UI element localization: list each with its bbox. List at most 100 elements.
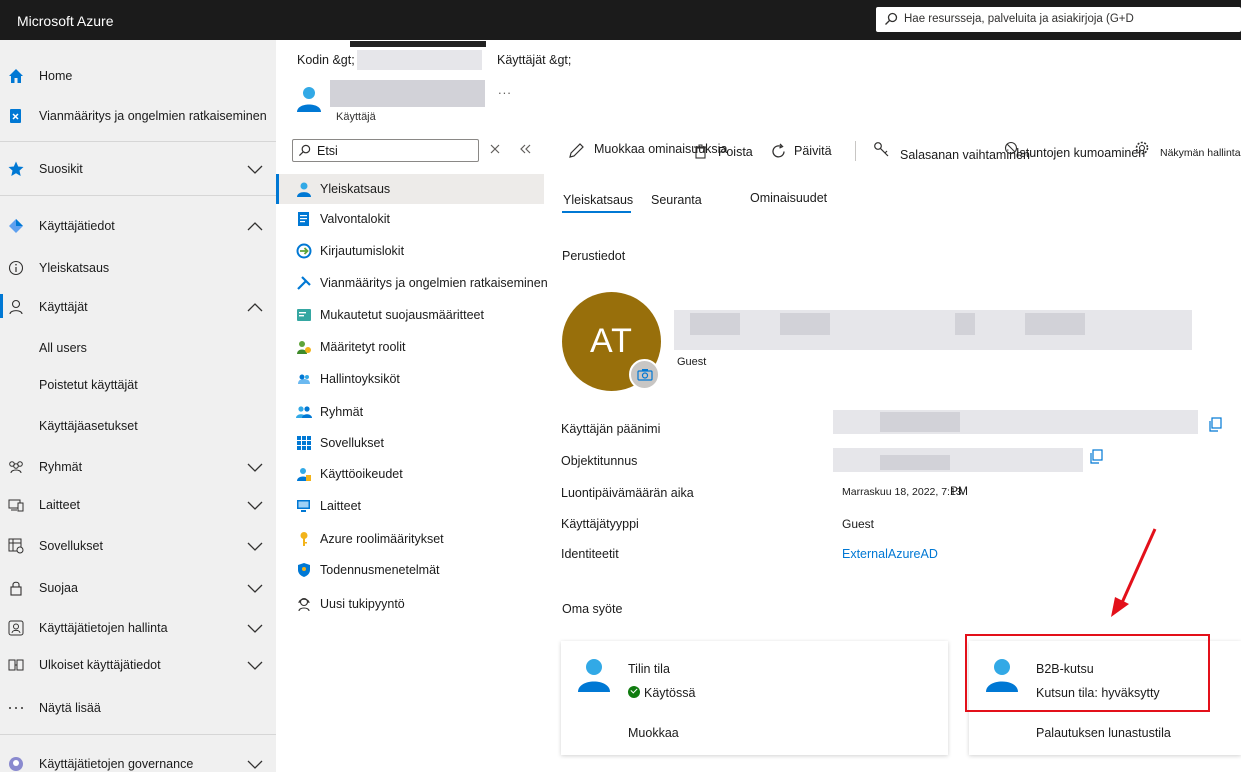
app-title[interactable]: Microsoft Azure: [17, 13, 113, 29]
active-indicator: [0, 294, 3, 318]
chevron-up-icon[interactable]: [246, 301, 264, 313]
redacted-block: [880, 412, 960, 432]
nav-overview[interactable]: Yleiskatsaus: [0, 253, 276, 283]
nav-user-settings[interactable]: Käyttäjäasetukset: [0, 411, 276, 441]
menu-item-troubleshoot[interactable]: Vianmääritys ja ongelmien ratkaiseminen: [276, 268, 548, 298]
chevron-up-icon[interactable]: [246, 220, 264, 232]
identities-link[interactable]: ExternalAzureAD: [842, 547, 938, 561]
pencil-icon: [569, 143, 584, 158]
menu-item-overview[interactable]: Yleiskatsaus: [276, 174, 544, 204]
nav-identity[interactable]: Käyttäjätiedot: [0, 211, 276, 241]
key-icon: [300, 532, 308, 546]
toolbar-separator: [855, 141, 856, 161]
chevron-down-icon[interactable]: [246, 659, 264, 671]
menu-item-authentication-methods[interactable]: Todennusmenetelmät: [276, 555, 544, 585]
nav-show-more-label: Näytä lisää: [39, 701, 101, 715]
tab-monitoring[interactable]: Seuranta: [651, 193, 702, 207]
revoke-sessions-label: Istuntojen kumoaminen: [1016, 146, 1146, 160]
chevron-down-icon[interactable]: [246, 540, 264, 552]
menu-item-audit-logs[interactable]: Valvontalokit: [276, 204, 544, 234]
tab-overview[interactable]: Yleiskatsaus: [563, 193, 633, 207]
menu-item-applications[interactable]: Sovellukset: [276, 428, 544, 458]
user-icon: [578, 659, 610, 692]
chevron-down-icon[interactable]: [246, 499, 264, 511]
more-actions-button[interactable]: ...: [498, 82, 512, 97]
nav-identity-governance-admin[interactable]: Käyttäjätietojen hallinta: [0, 613, 276, 643]
chevron-down-icon[interactable]: [246, 622, 264, 634]
redacted-user-name: [330, 80, 485, 107]
redemption-status-link[interactable]: Palautuksen lunastustila: [1036, 726, 1171, 740]
change-photo-button[interactable]: [629, 359, 660, 390]
device-icon: [297, 500, 310, 512]
nav-user-settings-label: Käyttäjäasetukset: [39, 419, 138, 433]
menu-item-label: Mukautetut suojausmääritteet: [320, 308, 484, 322]
tab-properties[interactable]: Ominaisuudet: [750, 191, 827, 205]
redacted-block: [357, 50, 482, 70]
nav-groups[interactable]: Ryhmät: [0, 452, 276, 482]
nav-identity-governance[interactable]: Käyttäjätietojen governance: [0, 749, 276, 772]
redacted-block: [1025, 313, 1085, 335]
revoke-sessions-button[interactable]: Istuntojen kumoaminen: [1004, 135, 1146, 165]
redacted-block: [780, 313, 830, 335]
upn-label: Käyttäjän päänimi: [561, 422, 661, 436]
edit-account-link[interactable]: Muokkaa: [628, 726, 679, 740]
copy-icon[interactable]: [1089, 449, 1103, 464]
lock-icon: [10, 581, 22, 596]
feed-title: Oma syöte: [562, 602, 623, 616]
created-value-suffix: PM: [950, 484, 968, 498]
nav-users-label: Käyttäjät: [39, 300, 88, 314]
collapse-menu-icon[interactable]: [518, 143, 532, 155]
reset-password-button[interactable]: Salasanan vaihtaminen: [873, 135, 1030, 165]
sign-in-icon: [296, 243, 312, 259]
menu-item-licenses[interactable]: Käyttöoikeudet: [276, 459, 544, 489]
nav-troubleshoot[interactable]: Vianmääritys ja ongelmien ratkaiseminen: [0, 101, 276, 131]
search-icon: [298, 144, 311, 157]
nav-applications-label: Sovellukset: [39, 539, 103, 553]
edit-properties-button[interactable]: Muokkaa ominaisuuksia: [568, 135, 727, 165]
menu-item-administrative-units[interactable]: Hallintoyksiköt: [276, 364, 544, 394]
chevron-down-icon[interactable]: [246, 582, 264, 594]
nav-users[interactable]: Käyttäjät: [0, 292, 276, 322]
nav-external-identities[interactable]: Ulkoiset käyttäjätiedot: [0, 650, 276, 680]
key-icon: [874, 142, 889, 157]
menu-item-groups[interactable]: Ryhmät: [276, 397, 544, 427]
chevron-down-icon[interactable]: [246, 758, 264, 770]
copy-icon[interactable]: [1208, 417, 1222, 432]
nav-applications[interactable]: Sovellukset: [0, 531, 276, 561]
groups-icon: [9, 461, 23, 474]
gear-icon: [1135, 141, 1149, 155]
account-status-line: Käytössä: [628, 686, 695, 700]
search-placeholder: Hae resursseja, palveluita ja asiakirjoj…: [904, 13, 1134, 25]
nav-deleted-users[interactable]: Poistetut käyttäjät: [0, 370, 276, 400]
user-icon: [297, 182, 311, 197]
manage-view-button[interactable]: Näkymän hallinta: [1134, 135, 1241, 165]
redacted-block: [690, 313, 740, 335]
chevron-down-icon[interactable]: [246, 461, 264, 473]
menu-item-new-support-request[interactable]: Uusi tukipyyntö: [276, 589, 544, 619]
user-type-value: Guest: [842, 517, 875, 531]
breadcrumb-users[interactable]: Käyttäjät &gt;: [497, 53, 571, 67]
nav-devices[interactable]: Laitteet: [0, 490, 276, 520]
security-attributes-icon: [297, 309, 311, 321]
nav-protect[interactable]: Suojaa: [0, 573, 276, 603]
nav-home[interactable]: Home: [0, 61, 276, 91]
menu-item-assigned-roles[interactable]: Määritetyt roolit: [276, 332, 544, 362]
delete-button[interactable]: Poista: [692, 135, 756, 165]
menu-item-azure-role-assignments[interactable]: Azure roolimääritykset: [276, 524, 544, 554]
global-search-input[interactable]: Hae resursseja, palveluita ja asiakirjoj…: [876, 7, 1241, 32]
menu-item-devices[interactable]: Laitteet: [276, 491, 544, 521]
nav-favorites[interactable]: Suosikit: [0, 154, 276, 184]
redacted-block: [350, 41, 486, 47]
chevron-down-icon[interactable]: [246, 163, 264, 175]
nav-favorites-label: Suosikit: [39, 162, 83, 176]
clear-icon[interactable]: [489, 143, 501, 155]
menu-item-custom-security-attributes[interactable]: Mukautetut suojausmääritteet: [276, 300, 544, 330]
refresh-button[interactable]: Päivitä: [769, 135, 839, 165]
nav-show-more[interactable]: Näytä lisää: [0, 693, 276, 723]
nav-all-users[interactable]: All users: [0, 333, 276, 363]
menu-search-input[interactable]: Etsi: [292, 139, 479, 162]
menu-item-label: Laitteet: [320, 499, 362, 513]
breadcrumb-home[interactable]: Kodin &gt;: [297, 53, 355, 67]
menu-item-sign-in-logs[interactable]: Kirjautumislokit: [276, 236, 544, 266]
search-icon: [885, 12, 898, 25]
